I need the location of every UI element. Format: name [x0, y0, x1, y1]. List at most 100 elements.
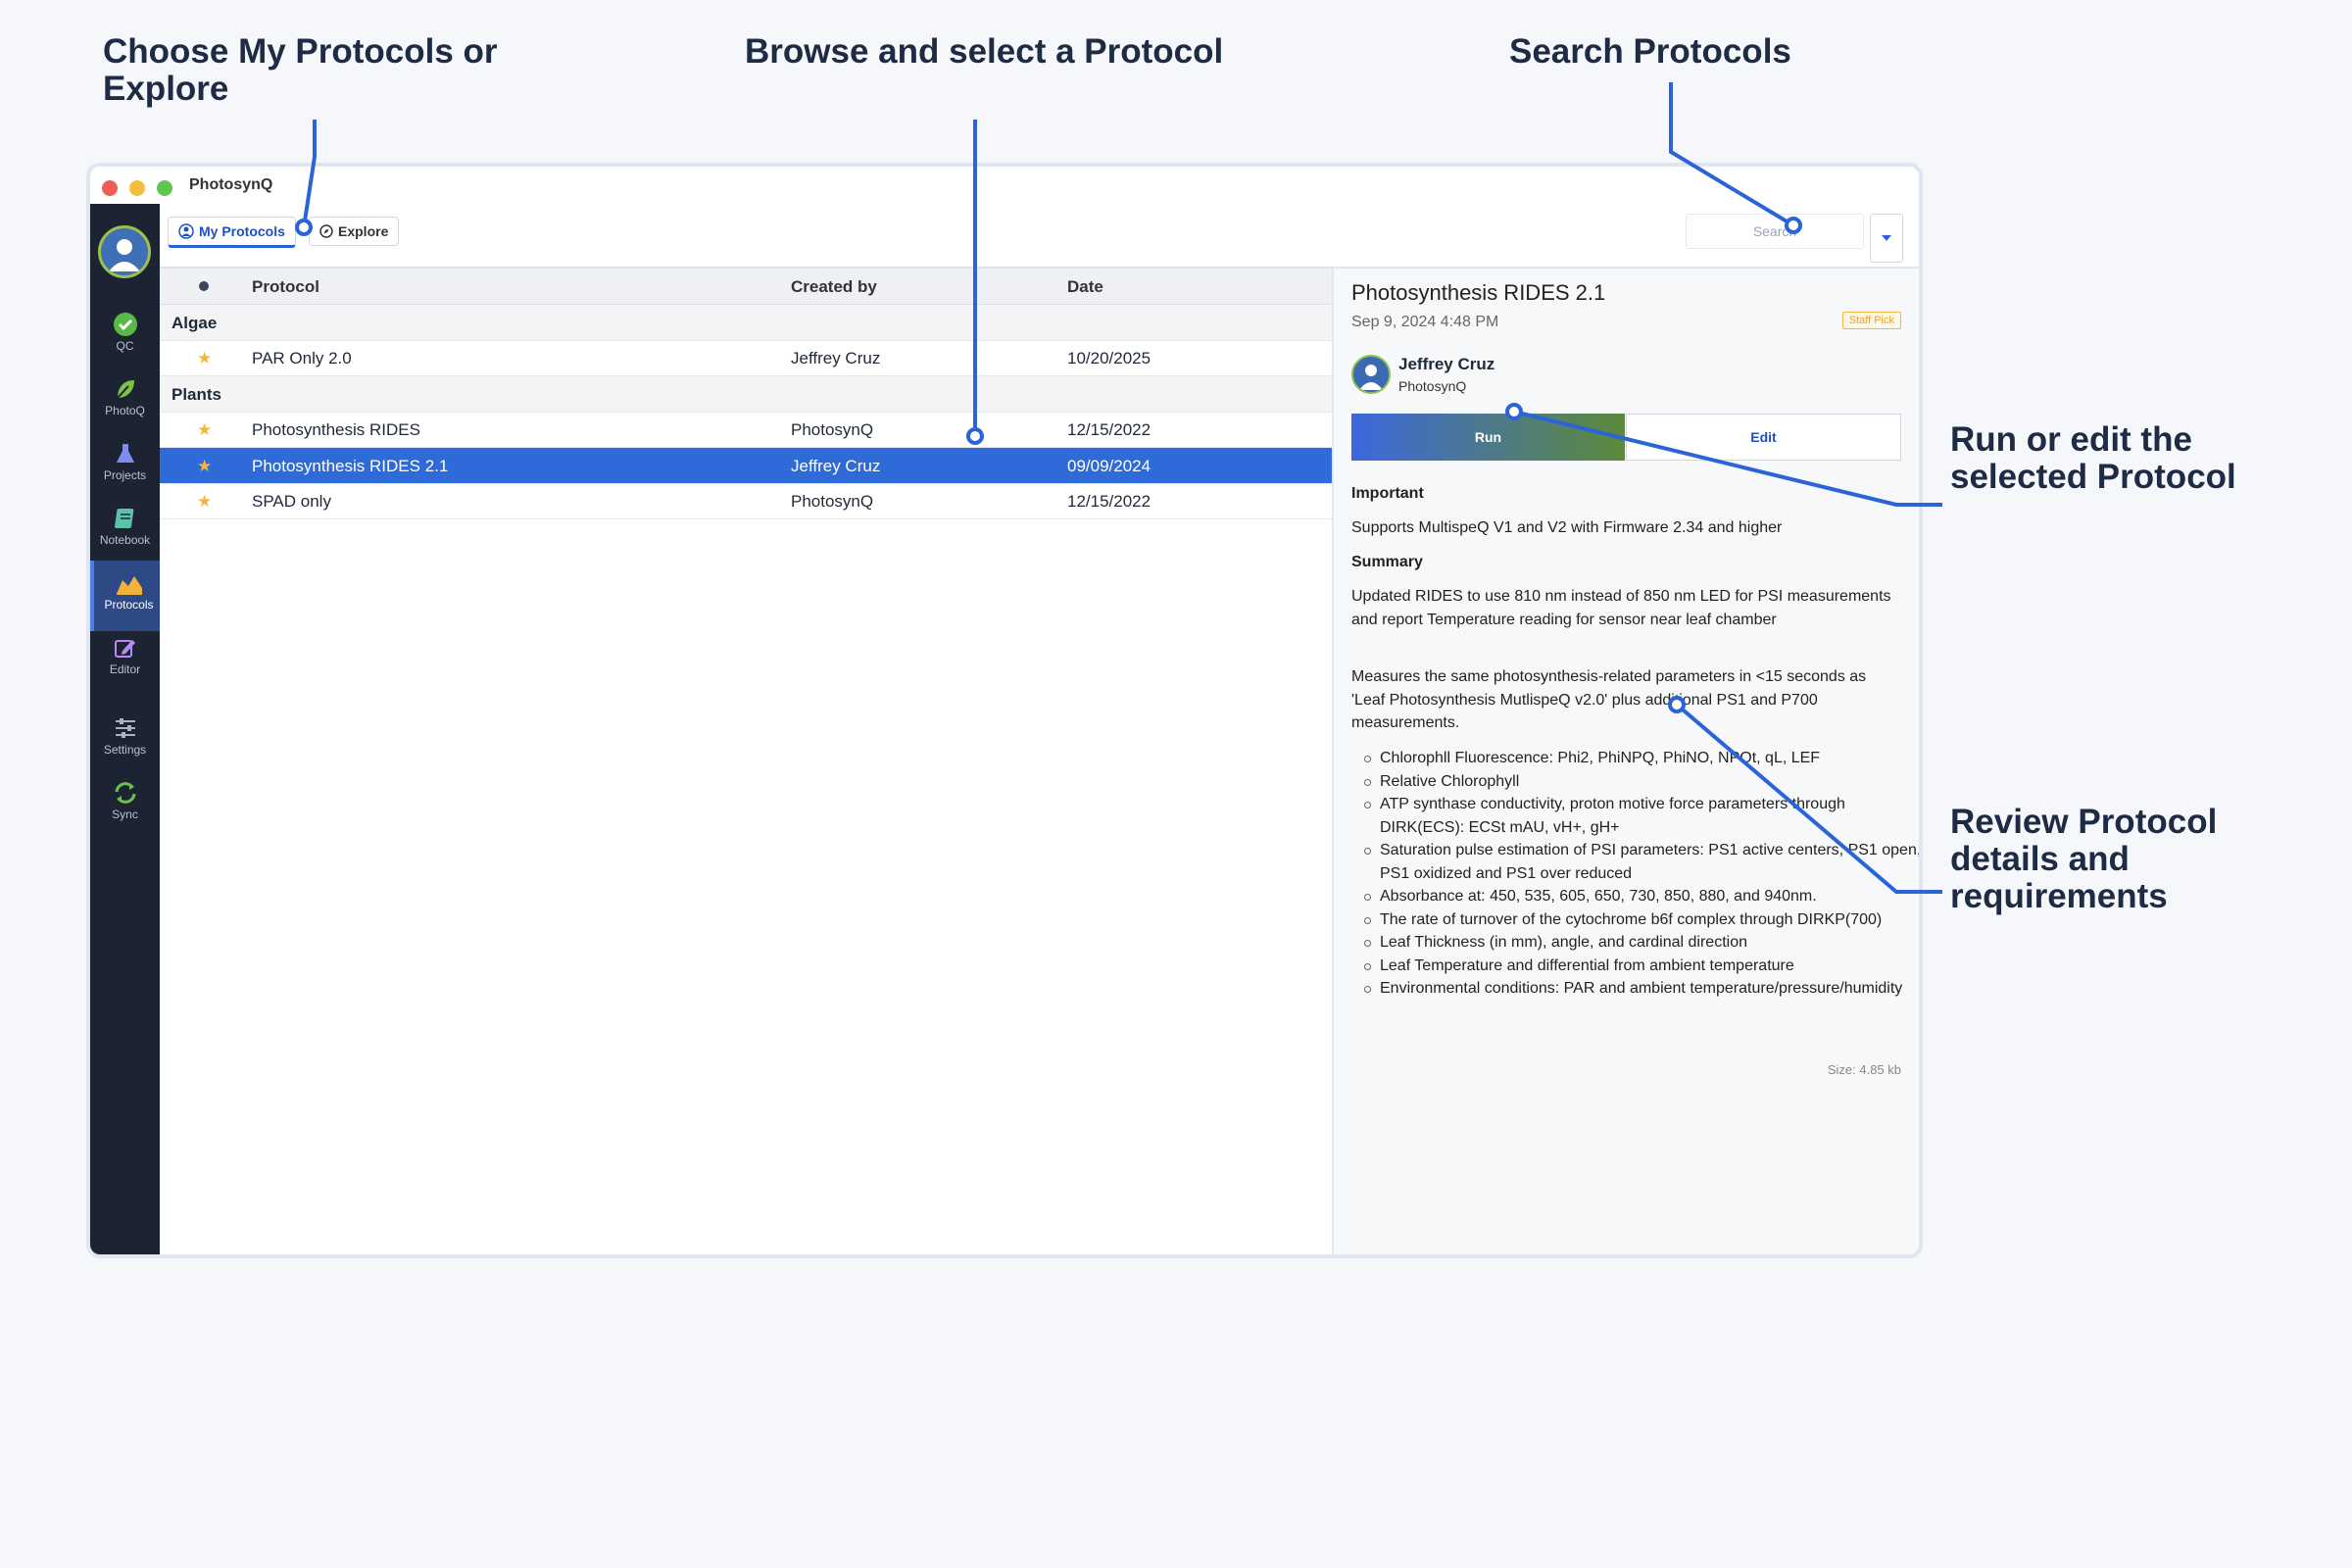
sidebar-item-label: Notebook [99, 533, 151, 547]
author-name: Jeffrey Cruz [1398, 355, 1495, 373]
column-header-date[interactable]: Date [1067, 277, 1103, 297]
star-icon[interactable]: ★ [197, 420, 212, 440]
group-label: Plants [172, 385, 222, 404]
group-row-plants[interactable]: Plants [160, 376, 1332, 413]
table-row[interactable]: ★ PAR Only 2.0 Jeffrey Cruz 10/20/2025 [160, 340, 1332, 376]
tab-label: My Protocols [199, 223, 285, 239]
summary-heading: Summary [1351, 554, 1423, 570]
toolbar: My Protocols Explore Search [160, 204, 1919, 269]
app-window: PhotosynQ QC PhotoQ Projects Notebook Pr… [86, 163, 1923, 1258]
callout-run-edit: Run or edit the selected Protocol [1950, 420, 2236, 496]
date: 12/15/2022 [1067, 420, 1152, 439]
list-item: The rate of turnover of the cytochrome b… [1364, 908, 1919, 932]
date: 09/09/2024 [1067, 457, 1152, 475]
sliders-icon [115, 718, 135, 738]
caret-down-icon [1882, 235, 1891, 241]
leaf-icon [116, 380, 134, 399]
user-avatar[interactable] [98, 225, 151, 278]
tab-label: Explore [338, 223, 389, 239]
callout-choose: Choose My Protocols or Explore [103, 32, 498, 108]
created-by: Jeffrey Cruz [791, 457, 881, 475]
edit-button[interactable]: Edit [1626, 414, 1901, 461]
list-item: Leaf Temperature and differential from a… [1364, 955, 1919, 978]
zoom-window-button[interactable] [157, 180, 172, 196]
list-item: Absorbance at: 450, 535, 605, 650, 730, … [1364, 885, 1919, 908]
sidebar-item-protocols[interactable]: Protocols [90, 561, 164, 631]
list-item: Relative Chlorophyll [1364, 770, 1919, 794]
sidebar-item-settings[interactable]: Settings [90, 715, 160, 757]
detail-title: Photosynthesis RIDES 2.1 [1351, 280, 1606, 305]
status-dot-icon [199, 281, 209, 291]
summary-paragraph-1: Updated RIDES to use 810 nm instead of 8… [1351, 588, 1891, 628]
compass-icon [319, 224, 333, 238]
file-size: Size: 4.85 kb [1827, 1062, 1901, 1077]
table-row-selected[interactable]: ★ Photosynthesis RIDES 2.1 Jeffrey Cruz … [160, 448, 1332, 484]
notebook-icon [114, 509, 133, 528]
callout-review: Review Protocol details and requirements [1950, 803, 2218, 915]
created-by: PhotosynQ [791, 420, 874, 439]
sidebar-item-label: PhotoQ [105, 404, 145, 417]
callout-search: Search Protocols [1509, 32, 1791, 71]
created-by: Jeffrey Cruz [791, 349, 881, 368]
list-item: Environmental conditions: PAR and ambien… [1364, 977, 1919, 1001]
app-title: PhotosynQ [189, 176, 273, 193]
sync-icon [115, 782, 135, 804]
sidebar-item-qc[interactable]: QC [90, 312, 160, 353]
group-label: Algae [172, 314, 218, 332]
run-button[interactable]: Run [1351, 414, 1625, 461]
important-heading: Important [1351, 485, 1424, 502]
close-window-button[interactable] [102, 180, 118, 196]
sidebar-item-label: Sync [112, 808, 138, 821]
protocol-name: SPAD only [252, 492, 331, 511]
list-item: Saturation pulse estimation of PSI param… [1364, 839, 1919, 885]
sidebar-item-label: Protocols [104, 598, 154, 612]
staff-pick-badge: Staff Pick [1841, 312, 1901, 329]
detail-date: Sep 9, 2024 4:48 PM [1351, 314, 1499, 330]
group-row-algae[interactable]: Algae [160, 305, 1332, 341]
table-row[interactable]: ★ SPAD only PhotosynQ 12/15/2022 [160, 483, 1332, 519]
callout-browse: Browse and select a Protocol [745, 32, 1224, 71]
list-item: Leaf Thickness (in mm), angle, and cardi… [1364, 931, 1919, 955]
sidebar-item-label: Projects [103, 468, 147, 482]
sidebar-item-sync[interactable]: Sync [90, 780, 160, 821]
sidebar-item-label: Editor [109, 662, 141, 676]
title-bar: PhotosynQ [90, 167, 1919, 204]
protocol-name: Photosynthesis RIDES 2.1 [252, 457, 449, 475]
date: 10/20/2025 [1067, 349, 1152, 368]
tab-my-protocols[interactable]: My Protocols [168, 217, 296, 248]
sidebar-item-label: Settings [103, 743, 147, 757]
star-icon[interactable]: ★ [197, 492, 212, 512]
protocol-name: PAR Only 2.0 [252, 349, 352, 368]
flask-icon [116, 444, 134, 463]
user-circle-icon [178, 223, 194, 239]
column-header-protocol[interactable]: Protocol [252, 277, 319, 297]
important-text: Supports MultispeQ V1 and V2 with Firmwa… [1351, 519, 1783, 536]
author-avatar [1351, 355, 1391, 394]
protocol-name: Photosynthesis RIDES [252, 420, 420, 439]
protocol-detail-panel: Photosynthesis RIDES 2.1 Sep 9, 2024 4:4… [1332, 269, 1919, 1254]
search-input[interactable]: Search [1686, 214, 1864, 249]
summary-paragraph-2: Measures the same photosynthesis-related… [1351, 668, 1867, 731]
feature-list: Chlorophll Fluorescence: Phi2, PhiNPQ, P… [1351, 747, 1919, 1001]
minimize-window-button[interactable] [129, 180, 145, 196]
chart-area-icon [116, 576, 142, 595]
sidebar-item-projects[interactable]: Projects [90, 441, 160, 482]
search-options-dropdown[interactable] [1870, 214, 1903, 263]
tab-explore[interactable]: Explore [309, 217, 400, 246]
star-icon[interactable]: ★ [197, 349, 212, 368]
check-circle-icon [113, 313, 137, 336]
sidebar-item-photoq[interactable]: PhotoQ [90, 376, 160, 417]
created-by: PhotosynQ [791, 492, 874, 511]
date: 12/15/2022 [1067, 492, 1152, 511]
star-icon[interactable]: ★ [197, 457, 212, 476]
sidebar-item-editor[interactable]: Editor [90, 635, 160, 676]
sidebar: QC PhotoQ Projects Notebook Protocols Ed… [90, 204, 164, 1254]
list-item: ATP synthase conductivity, proton motive… [1364, 793, 1919, 839]
sidebar-item-notebook[interactable]: Notebook [90, 506, 160, 547]
author-org: PhotosynQ [1398, 378, 1467, 394]
table-row[interactable]: ★ Photosynthesis RIDES PhotosynQ 12/15/2… [160, 412, 1332, 448]
list-item: Chlorophll Fluorescence: Phi2, PhiNPQ, P… [1364, 747, 1919, 770]
protocol-list: Protocol Created by Date Algae ★ PAR Onl… [160, 269, 1332, 1254]
column-header-created-by[interactable]: Created by [791, 277, 877, 297]
table-header: Protocol Created by Date [160, 269, 1332, 305]
